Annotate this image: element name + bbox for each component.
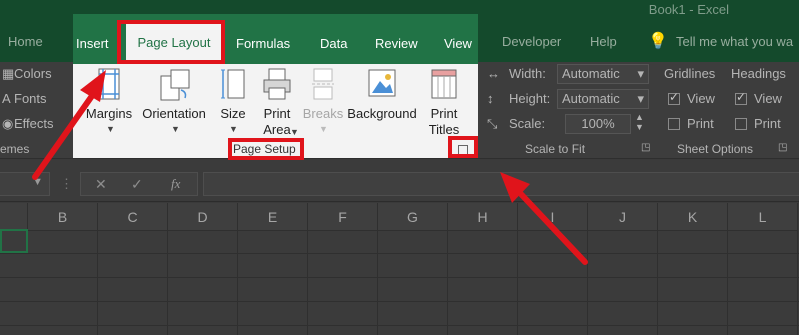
arrow-line-right xyxy=(517,190,588,265)
arrow-head-left xyxy=(80,70,106,102)
excel-window: Book1 - Excel Home Developer Help 💡 Tell… xyxy=(0,0,799,335)
arrow-line-left xyxy=(32,90,97,180)
annotation-arrows xyxy=(32,70,588,265)
